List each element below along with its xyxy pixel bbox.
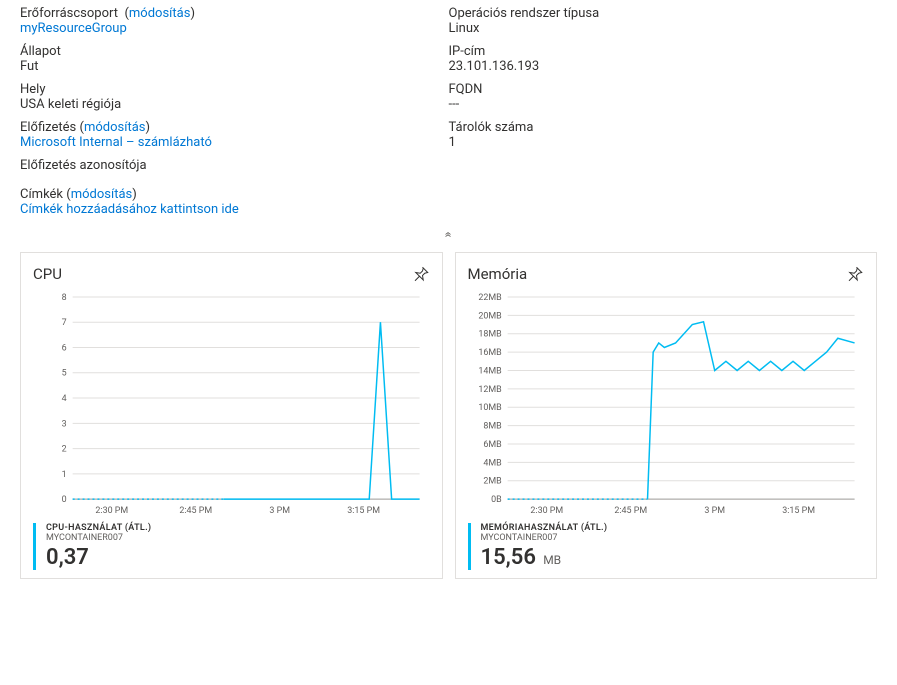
svg-text:6: 6 [62, 343, 67, 353]
svg-text:2:30 PM: 2:30 PM [530, 506, 563, 516]
svg-text:4MB: 4MB [483, 458, 502, 468]
metric-sub-memory: MYCONTAINER007 [481, 533, 865, 543]
metric-unit-memory: MB [543, 553, 561, 567]
label-resource-group: Erőforráscsoport [20, 6, 118, 21]
prop-resource-group: Erőforráscsoport (módosítás) myResourceG… [20, 6, 449, 36]
svg-text:3 PM: 3 PM [704, 506, 725, 516]
svg-text:4: 4 [62, 394, 67, 404]
charts-row: CPU 0 1 2 3 4 5 6 7 8 2:30 PM 2:45 PM 3 PM 3:15 PM C… [0, 244, 897, 591]
properties-right-column: Operációs rendszer típusa Linux IP-cím 2… [449, 6, 878, 225]
svg-text:1: 1 [62, 470, 67, 480]
prop-os-type: Operációs rendszer típusa Linux [449, 6, 878, 36]
metric-value-cpu: 0,37 [46, 545, 89, 570]
prop-subscription-id: Előfizetés azonosítója [20, 158, 449, 173]
value-ip: 23.101.136.193 [449, 59, 540, 74]
prop-ip: IP-cím 23.101.136.193 [449, 44, 878, 74]
chart-card-memory: Memória 0B 2MB 4MB 6MB 8MB 10MB 12MB 14MB 16MB 18… [455, 252, 878, 579]
svg-text:5: 5 [62, 369, 67, 379]
metric-box-memory: MEMÓRIAHASZNÁLAT (ÁTL.) MYCONTAINER007 1… [468, 523, 865, 570]
svg-text:0: 0 [62, 495, 67, 505]
value-containers: 1 [449, 135, 456, 150]
link-tags-add[interactable]: Címkék hozzáadásához kattintson ide [20, 202, 239, 217]
link-tags-change[interactable]: módosítás [71, 187, 133, 202]
metric-value-memory: 15,56 [481, 545, 536, 570]
value-fqdn: --- [449, 97, 460, 112]
value-state: Fut [20, 59, 38, 74]
svg-text:2: 2 [62, 445, 67, 455]
metric-sub-cpu: MYCONTAINER007 [46, 533, 430, 543]
pin-icon[interactable] [846, 265, 864, 283]
properties-left-column: Erőforráscsoport (módosítás) myResourceG… [20, 6, 449, 225]
svg-text:14MB: 14MB [478, 366, 502, 376]
svg-text:0B: 0B [491, 495, 502, 505]
prop-tags: Címkék (módosítás) Címkék hozzáadásához … [20, 187, 449, 217]
svg-text:2MB: 2MB [483, 477, 502, 487]
pin-icon[interactable] [412, 265, 430, 283]
value-location: USA keleti régiója [20, 97, 121, 112]
chart-plot-cpu: 0 1 2 3 4 5 6 7 8 2:30 PM 2:45 PM 3 PM 3:15 PM [33, 291, 430, 519]
svg-text:10MB: 10MB [478, 403, 502, 413]
link-resource-group-change[interactable]: módosítás [129, 6, 191, 21]
value-subscription[interactable]: Microsoft Internal – számlázható [20, 135, 212, 150]
value-os-type: Linux [449, 21, 480, 36]
svg-text:8MB: 8MB [483, 422, 502, 432]
metric-label-cpu: CPU-HASZNÁLAT (ÁTL.) [46, 523, 430, 533]
chart-card-cpu: CPU 0 1 2 3 4 5 6 7 8 2:30 PM 2:45 PM 3 PM 3:15 PM C… [20, 252, 443, 579]
prop-location: Hely USA keleti régiója [20, 82, 449, 112]
label-ip: IP-cím [449, 44, 486, 59]
properties-panel: Erőforráscsoport (módosítás) myResourceG… [0, 0, 897, 225]
svg-text:3 PM: 3 PM [269, 506, 290, 516]
svg-text:8: 8 [62, 293, 67, 303]
collapse-toggle[interactable]: « [0, 225, 897, 244]
prop-subscription: Előfizetés (módosítás) Microsoft Interna… [20, 120, 449, 150]
metric-box-cpu: CPU-HASZNÁLAT (ÁTL.) MYCONTAINER007 0,37 [33, 523, 430, 570]
metric-label-memory: MEMÓRIAHASZNÁLAT (ÁTL.) [481, 523, 865, 533]
label-subscription: Előfizetés [20, 120, 76, 135]
label-containers: Tárolók száma [449, 120, 534, 135]
svg-text:16MB: 16MB [478, 348, 502, 358]
chevron-up-icon: « [441, 231, 456, 237]
svg-text:20MB: 20MB [478, 311, 502, 321]
label-state: Állapot [20, 44, 61, 59]
label-subscription-id: Előfizetés azonosítója [20, 158, 147, 173]
prop-fqdn: FQDN --- [449, 82, 878, 112]
svg-text:12MB: 12MB [478, 385, 502, 395]
prop-containers: Tárolók száma 1 [449, 120, 878, 150]
svg-text:2:45 PM: 2:45 PM [179, 506, 212, 516]
chart-plot-memory: 0B 2MB 4MB 6MB 8MB 10MB 12MB 14MB 16MB 18MB 20MB 22… [468, 291, 865, 519]
svg-text:6MB: 6MB [483, 440, 502, 450]
chart-title-cpu: CPU [33, 265, 62, 283]
label-location: Hely [20, 82, 45, 97]
chart-title-memory: Memória [468, 265, 528, 283]
prop-state: Állapot Fut [20, 44, 449, 74]
svg-text:18MB: 18MB [478, 330, 502, 340]
svg-text:3:15 PM: 3:15 PM [347, 506, 380, 516]
label-tags: Címkék [20, 187, 63, 202]
link-subscription-change[interactable]: módosítás [84, 120, 146, 135]
svg-text:3:15 PM: 3:15 PM [782, 506, 815, 516]
svg-text:7: 7 [62, 318, 67, 328]
label-fqdn: FQDN [449, 82, 483, 97]
svg-text:22MB: 22MB [478, 293, 502, 303]
svg-text:2:45 PM: 2:45 PM [614, 506, 647, 516]
value-resource-group[interactable]: myResourceGroup [20, 21, 127, 36]
svg-text:2:30 PM: 2:30 PM [95, 506, 128, 516]
label-os-type: Operációs rendszer típusa [449, 6, 600, 21]
svg-text:3: 3 [62, 419, 67, 429]
